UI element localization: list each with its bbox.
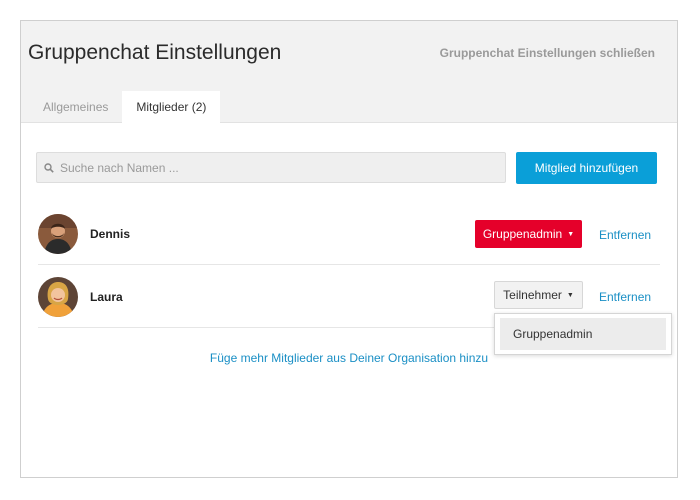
tab-members[interactable]: Mitglieder (2) bbox=[122, 91, 221, 124]
member-name: Laura bbox=[90, 290, 123, 304]
member-row-dennis: Dennis Gruppenadmin ▼ Entfernen bbox=[38, 201, 660, 265]
role-dropdown-button[interactable]: Teilnehmer ▼ bbox=[494, 281, 583, 309]
member-name: Dennis bbox=[90, 227, 131, 241]
close-settings-link[interactable]: Gruppenchat Einstellungen schließen bbox=[440, 46, 655, 60]
search-icon bbox=[44, 162, 54, 173]
group-chat-settings-dialog: Gruppenchat Einstellungen Gruppenchat Ei… bbox=[20, 20, 678, 478]
role-dropdown-button[interactable]: Gruppenadmin ▼ bbox=[475, 220, 582, 248]
remove-member-link[interactable]: Entfernen bbox=[599, 228, 651, 242]
tab-bar: Allgemeines Mitglieder (2) bbox=[29, 91, 221, 124]
role-label: Teilnehmer bbox=[503, 288, 562, 302]
dialog-title: Gruppenchat Einstellungen bbox=[28, 41, 282, 64]
tab-general[interactable]: Allgemeines bbox=[29, 91, 122, 123]
search-input[interactable] bbox=[58, 159, 492, 176]
dropdown-option-gruppenadmin[interactable]: Gruppenadmin bbox=[500, 318, 666, 350]
caret-down-icon: ▼ bbox=[567, 230, 575, 238]
dialog-header: Gruppenchat Einstellungen Gruppenchat Ei… bbox=[21, 21, 677, 124]
avatar bbox=[38, 214, 78, 254]
role-label: Gruppenadmin bbox=[482, 227, 563, 241]
role-dropdown-menu: Gruppenadmin bbox=[494, 313, 672, 355]
caret-down-icon: ▼ bbox=[566, 291, 574, 299]
remove-member-link[interactable]: Entfernen bbox=[599, 290, 651, 304]
avatar bbox=[38, 277, 78, 317]
search-box bbox=[36, 152, 506, 183]
add-member-button[interactable]: Mitglied hinzufügen bbox=[516, 152, 657, 184]
